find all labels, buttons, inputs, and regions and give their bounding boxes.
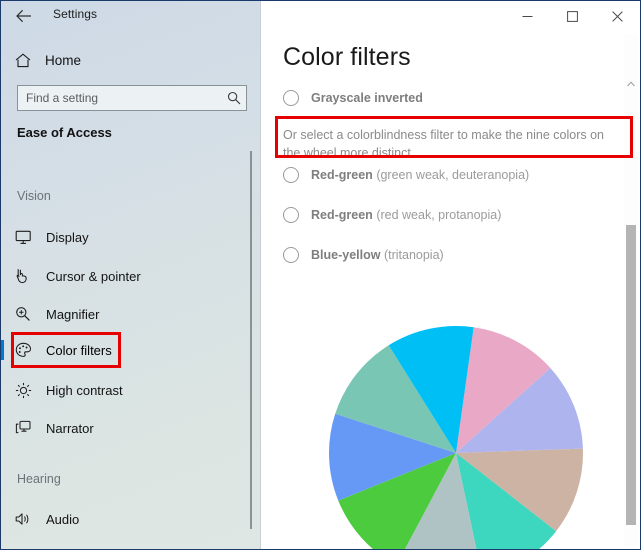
- radio-grayscale-inverted-label: Grayscale inverted: [311, 91, 423, 105]
- magnifier-icon: [15, 306, 43, 322]
- radio-circle-icon[interactable]: [283, 247, 299, 263]
- page-title: Color filters: [283, 43, 411, 71]
- window-controls: [505, 1, 640, 31]
- sidebar-section-title: Ease of Access: [17, 125, 112, 140]
- radio-red-green-protanopia-label: Red-green (red weak, protanopia): [311, 208, 502, 222]
- radio-grayscale-inverted[interactable]: Grayscale inverted: [283, 90, 423, 106]
- radio-red-green-deuteranopia[interactable]: Red-green (green weak, deuteranopia): [283, 167, 529, 183]
- sidebar-item-magnifier[interactable]: Magnifier: [1, 297, 246, 331]
- sidebar-item-color-filters-label: Color filters: [46, 342, 112, 358]
- sidebar-item-high-contrast-label: High contrast: [46, 382, 123, 398]
- narrator-icon: [15, 420, 43, 436]
- search-box[interactable]: [17, 85, 247, 111]
- sidebar-item-cursor-pointer[interactable]: Cursor & pointer: [1, 259, 246, 293]
- sidebar-item-narrator[interactable]: Narrator: [1, 411, 246, 445]
- back-arrow-icon[interactable]: [9, 3, 39, 29]
- minimize-icon[interactable]: [505, 1, 550, 31]
- window-title: Settings: [53, 7, 98, 21]
- titlebar-left: Settings: [1, 1, 261, 31]
- home-icon: [15, 52, 41, 68]
- sidebar-item-narrator-label: Narrator: [46, 420, 94, 436]
- sidebar: Settings Home Ease of Access Vision: [1, 1, 261, 549]
- content-scrollbar[interactable]: [624, 35, 638, 547]
- sidebar-item-color-filters[interactable]: Color filters: [1, 333, 246, 367]
- radio-red-green-protanopia[interactable]: Red-green (red weak, protanopia): [283, 207, 501, 223]
- radio-red-green-deuteranopia-label: Red-green (green weak, deuteranopia): [311, 168, 530, 182]
- sidebar-scrollbar[interactable]: [246, 151, 256, 549]
- scroll-up-arrow-icon[interactable]: [624, 77, 638, 91]
- cursor-pointer-icon: [15, 268, 43, 284]
- settings-window: Settings Home Ease of Access Vision: [0, 0, 641, 550]
- sidebar-item-home-label: Home: [45, 52, 82, 68]
- search-input[interactable]: [18, 91, 222, 105]
- radio-circle-icon[interactable]: [283, 90, 299, 106]
- color-palette-icon: [15, 342, 43, 358]
- sidebar-scrollbar-thumb[interactable]: [250, 151, 252, 529]
- radio-circle-icon[interactable]: [283, 207, 299, 223]
- sidebar-item-magnifier-label: Magnifier: [46, 306, 100, 322]
- sidebar-item-display[interactable]: Display: [1, 220, 246, 254]
- radio-blue-yellow-tritanopia-label: Blue-yellow (tritanopia): [311, 248, 444, 262]
- search-icon[interactable]: [222, 86, 246, 110]
- sidebar-item-audio-label: Audio: [46, 511, 80, 527]
- sidebar-item-high-contrast[interactable]: High contrast: [1, 373, 246, 407]
- monitor-icon: [15, 230, 43, 245]
- radio-circle-icon[interactable]: [283, 167, 299, 183]
- sidebar-group-header-hearing: Hearing: [17, 472, 61, 486]
- maximize-icon[interactable]: [550, 1, 595, 31]
- content-pane: Color filters Grayscale inverted Or sele…: [261, 1, 640, 549]
- description-text: Or select a colorblindness filter to mak…: [283, 128, 604, 161]
- sidebar-item-cursor-pointer-label: Cursor & pointer: [46, 268, 141, 284]
- sidebar-item-home[interactable]: Home: [1, 45, 251, 75]
- brightness-icon: [15, 382, 43, 399]
- speaker-icon: [15, 512, 43, 526]
- sidebar-group-header-vision: Vision: [17, 189, 51, 203]
- sidebar-item-display-label: Display: [46, 229, 89, 245]
- sidebar-item-audio[interactable]: Audio: [1, 502, 246, 536]
- close-icon[interactable]: [595, 1, 640, 31]
- content-scrollbar-thumb[interactable]: [626, 225, 636, 525]
- color-wheel: [328, 325, 584, 549]
- radio-blue-yellow-tritanopia[interactable]: Blue-yellow (tritanopia): [283, 247, 444, 263]
